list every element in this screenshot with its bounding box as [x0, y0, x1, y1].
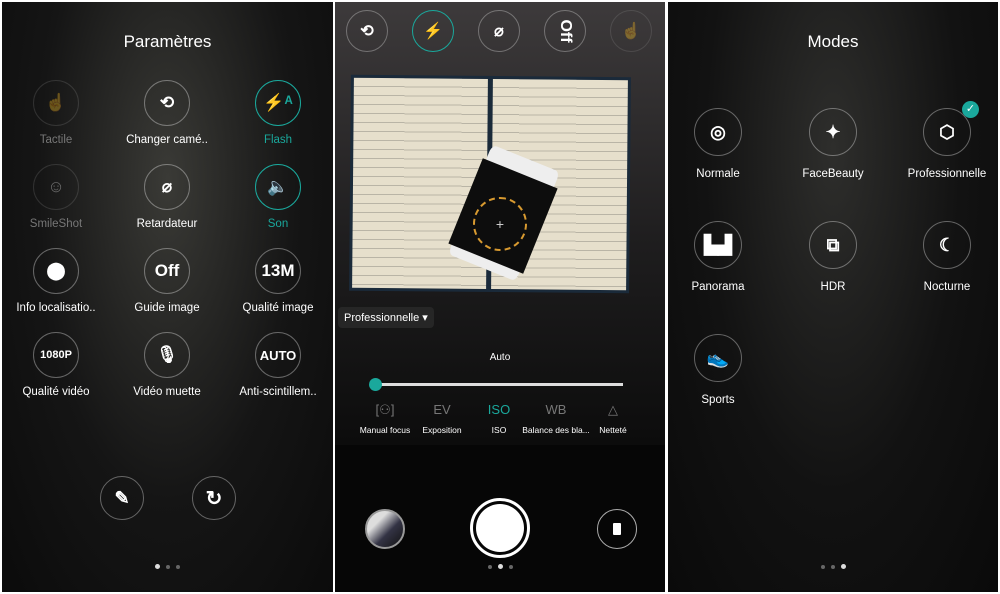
flash-auto-icon[interactable]: ⚡ [412, 10, 454, 52]
setting-label: Tactile [39, 134, 73, 146]
page-indicator [668, 564, 998, 569]
mic-off-icon: 🎙 [144, 332, 190, 378]
setting-label: Info localisatio.. [16, 302, 96, 314]
mode-panorama[interactable]: ▙▟ Panorama [668, 221, 773, 293]
mode-sports[interactable]: 👟 Sports [668, 334, 773, 406]
selected-check-icon: ✓ [962, 101, 979, 118]
setting-label: Vidéo muette [133, 386, 201, 398]
setting-label: SmileShot [29, 218, 83, 230]
mode-facebeauty[interactable]: ✦ FaceBeauty [778, 108, 888, 180]
sharpness-icon: △ [608, 402, 618, 417]
slider-value-label: Auto [489, 352, 511, 363]
gallery-thumbnail[interactable] [365, 509, 405, 549]
timer-off-icon[interactable]: ⌀ [478, 10, 520, 52]
setting-label: Guide image [134, 302, 200, 314]
setting-changer-cam-[interactable]: ⟲ Changer camé.. [112, 80, 222, 146]
mode-nocturne[interactable]: ☾ Nocturne [892, 221, 998, 293]
mode-dropdown[interactable]: Professionnelle ▾ [338, 307, 434, 328]
focus-reticle[interactable]: + [473, 197, 527, 251]
mode-normale[interactable]: ◎ Normale [668, 108, 773, 180]
video-quality-icon: 1080P [33, 332, 79, 378]
setting-retardateur[interactable]: ⌀ Retardateur [112, 164, 222, 230]
iso-slider-track[interactable] [375, 383, 623, 386]
iso-slider-handle[interactable] [369, 378, 382, 391]
moon-icon: ☾ [923, 221, 971, 269]
switch-camera-icon: ⟲ [144, 80, 190, 126]
settings-panel: Paramètres ☝ Tactile ⟲ Changer camé.. ⚡ᴬ… [2, 2, 333, 592]
modes-title: Modes [807, 32, 859, 51]
setting-label: Flash [263, 134, 293, 146]
shoe-icon: 👟 [694, 334, 742, 382]
mode-label: Professionnelle [907, 168, 987, 180]
setting-qualit-vid-o[interactable]: 1080P Qualité vidéo [2, 332, 111, 398]
setting-qualit-image[interactable]: 13M Qualité image [223, 248, 333, 314]
video-mode-button[interactable] [597, 509, 637, 549]
setting-label: Qualité vidéo [22, 386, 90, 398]
mode-label: HDR [820, 281, 846, 293]
setting-anti-scintillem-[interactable]: AUTO Anti-scintillem.. [223, 332, 333, 398]
shutter-button[interactable] [470, 498, 530, 558]
panorama-icon: ▙▟ [694, 221, 742, 269]
mode-hdr[interactable]: ⧉ HDR [778, 221, 888, 293]
mode-label: FaceBeauty [802, 168, 864, 180]
anti-flicker-icon: AUTO [255, 332, 301, 378]
guide-off-icon: Off [144, 248, 190, 294]
hdr-icon: ⧉ [809, 221, 857, 269]
smile-icon: ☺ [33, 164, 79, 210]
video-icon [613, 523, 621, 535]
setting-info-localisatio-[interactable]: ⬤ Info localisatio.. [2, 248, 111, 314]
camera-icon: ◎ [694, 108, 742, 156]
setting-label: Changer camé.. [126, 134, 208, 146]
resolution-icon: 13M [255, 248, 301, 294]
setting-smileshot[interactable]: ☺ SmileShot [2, 164, 111, 230]
page-indicator [2, 564, 333, 569]
setting-vid-o-muette[interactable]: 🎙 Vidéo muette [112, 332, 222, 398]
edit-button[interactable]: ✎ [100, 476, 144, 520]
mode-label: Nocturne [923, 281, 971, 293]
location-icon: ⬤ [33, 248, 79, 294]
viewfinder[interactable]: + [335, 2, 665, 445]
page-indicator [335, 564, 665, 569]
pro-tab-label: Netteté [599, 425, 627, 435]
mode-label: Normale [696, 168, 740, 180]
setting-guide-image[interactable]: Off Guide image [112, 248, 222, 314]
mode-professionnelle[interactable]: ⬡ Professionnelle [892, 108, 998, 180]
switch-camera-icon[interactable]: ⟲ [346, 10, 388, 52]
setting-label: Retardateur [136, 218, 198, 230]
setting-tactile[interactable]: ☝ Tactile [2, 80, 111, 146]
touch-icon[interactable]: ☝ [610, 10, 652, 52]
timer-off-icon: ⌀ [144, 164, 190, 210]
touch-icon: ☝ [33, 80, 79, 126]
flash-auto-icon: ⚡ᴬ [255, 80, 301, 126]
mode-label: Panorama [691, 281, 745, 293]
camera-panel: + ⟲ ⚡ ⌀ Off ☝ Professionnelle ▾ Auto [⚇] Man… [335, 2, 665, 592]
pro-tab-item[interactable]: △ Netteté [573, 402, 653, 435]
mode-label: Sports [701, 394, 735, 406]
sound-icon: 🔈 [255, 164, 301, 210]
setting-flash[interactable]: ⚡ᴬ Flash [223, 80, 333, 146]
modes-panel: Modes ◎ Normale ✦ FaceBeauty ⬡ Professio… [668, 2, 998, 592]
reset-button[interactable]: ↻ [192, 476, 236, 520]
settings-title: Paramètres [123, 32, 212, 51]
setting-label: Son [267, 218, 289, 230]
magic-wand-icon: ✦ [809, 108, 857, 156]
setting-label: Anti-scintillem.. [239, 386, 317, 398]
setting-label: Qualité image [242, 302, 314, 314]
guide-off-icon[interactable]: Off [544, 10, 586, 52]
setting-son[interactable]: 🔈 Son [223, 164, 333, 230]
